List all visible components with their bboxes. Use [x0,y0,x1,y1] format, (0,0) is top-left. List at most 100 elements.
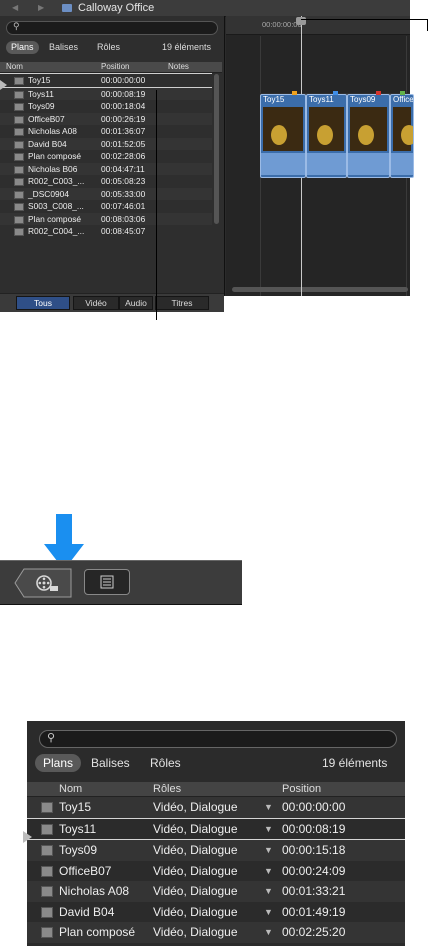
clip-position: 00:05:33:00 [101,188,146,199]
table-row[interactable]: Plan composé Vidéo, Dialogue ▼ 00:02:25:20 [27,922,405,943]
table-row[interactable]: R002_C004_... 00:08:45:07 [0,225,212,238]
clip-position: 00:00:08:19 [282,821,346,836]
clip-icon [14,203,24,211]
timeline-clip[interactable]: OfficeB [390,94,414,178]
clip-name: S003_C008_... [28,201,84,211]
button-audio[interactable]: Audio [119,296,153,310]
audio-waveform [261,153,305,175]
clip-name: R002_C003_... [28,176,85,186]
clip-icon [14,215,24,224]
tab-plans[interactable]: Plans [35,754,82,772]
timeline-clip[interactable]: Toys09 [347,94,390,178]
clip-icon [14,77,24,85]
table-row[interactable]: OfficeB07 00:00:26:19 [0,112,212,125]
column-header: Nom Position Notes [0,62,222,73]
list-view-button[interactable] [84,569,130,595]
roles-dropdown-icon[interactable]: ▼ [264,840,273,861]
clip-marker[interactable] [292,91,297,95]
clip-icon [41,845,53,856]
clip-list: Toy15 Vidéo, Dialogue ▼ 00:00:00:00 Toys11 Vi… [27,797,405,943]
table-row[interactable]: Toys11 00:00:08:19 [0,87,212,100]
clip-position: 00:00:08:19 [101,88,146,99]
clip-icon [14,165,24,174]
clip-icon [14,128,24,136]
table-row[interactable]: David B04 00:01:52:05 [0,137,212,150]
clip-thumbnail [309,107,344,151]
clip-position: 00:01:33:21 [282,884,346,898]
table-row[interactable]: _DSC0904 00:05:33:00 [0,187,212,200]
table-row[interactable]: Nicholas A08 Vidéo, Dialogue ▼ 00:01:33:21 [27,881,405,902]
clip-position: 00:01:36:07 [101,126,146,136]
clip-position: 00:08:45:07 [101,226,146,236]
table-row[interactable]: Toy15 00:00:00:00 [0,73,212,88]
bottom-screenshot: ⚲ Plans Balises Rôles 19 éléments Nom Rô… [23,721,405,946]
search-input[interactable]: ⚲ [6,21,218,35]
clip-marker[interactable] [333,91,338,95]
roles-dropdown-icon[interactable]: ▼ [264,881,273,902]
timeline[interactable]: 00:00:00:00 Toy15Toys11Toys09OfficeB [226,16,414,296]
back-arrow-icon[interactable]: ◀ [12,3,18,12]
clip-roles: Vidéo, Dialogue [153,821,238,836]
clip-icon [41,802,53,813]
clip-name: OfficeB [393,95,414,104]
clip-name: David B04 [28,138,67,149]
film-reel-button[interactable] [14,568,72,598]
clip-roles: Vidéo, Dialogue [153,863,238,878]
tab-balises[interactable]: Balises [83,754,138,772]
button-video[interactable]: Vidéo [73,296,119,310]
item-count: 19 éléments [322,756,388,770]
button-titres[interactable]: Titres [155,296,209,310]
column-notes[interactable]: Notes [168,62,189,72]
forward-arrow-icon[interactable]: ▶ [38,3,44,12]
table-row[interactable]: Plan composé 00:08:03:06 [0,212,212,225]
roles-dropdown-icon[interactable]: ▼ [264,861,273,882]
column-roles[interactable]: Rôles [153,782,181,796]
clip-marker[interactable] [376,91,381,95]
clip-icon [14,140,24,149]
table-row[interactable]: Toys09 00:00:18:04 [0,100,212,113]
table-row[interactable]: Toy15 Vidéo, Dialogue ▼ 00:00:00:00 [27,797,405,818]
clip-position: 00:08:03:06 [101,213,146,224]
clip-roles: Vidéo, Dialogue [153,925,238,939]
vertical-scrollbar[interactable] [214,74,219,224]
tab-roles[interactable]: Rôles [142,754,189,772]
table-row[interactable]: Toys09 Vidéo, Dialogue ▼ 00:00:15:18 [27,840,405,861]
tab-roles[interactable]: Rôles [92,41,125,54]
timeline-clip[interactable]: Toy15 [260,94,306,178]
clip-icon [41,886,53,897]
column-header: Nom Rôles Position [27,782,405,797]
table-row[interactable]: Plan composé 00:02:28:06 [0,150,212,163]
clip-name: R002_C004_... [28,226,85,236]
roles-dropdown-icon[interactable]: ▼ [264,922,273,943]
roles-dropdown-icon[interactable]: ▼ [264,797,273,818]
table-row[interactable]: Nicholas B06 00:04:47:11 [0,162,212,175]
column-position[interactable]: Position [101,62,129,72]
clip-position: 00:01:52:05 [101,138,146,149]
clip-name: OfficeB07 [59,863,112,878]
table-row[interactable]: R002_C003_... 00:05:08:23 [0,175,212,188]
audio-waveform [348,153,389,175]
column-nom[interactable]: Nom [6,62,23,72]
clip-thumbnail [393,107,413,151]
search-input[interactable]: ⚲ [39,730,397,748]
clip-name: Toy15 [263,95,285,104]
clip-roles: Vidéo, Dialogue [153,800,238,814]
button-tous[interactable]: Tous [16,296,70,310]
table-row[interactable]: David B04 Vidéo, Dialogue ▼ 00:01:49:19 [27,902,405,923]
horizontal-scrollbar[interactable] [232,287,408,292]
column-position[interactable]: Position [282,782,321,796]
clip-icon [41,906,53,918]
table-row[interactable]: Toys11 Vidéo, Dialogue ▼ 00:00:08:19 [27,817,405,840]
roles-dropdown-icon[interactable]: ▼ [264,902,273,923]
table-row[interactable]: Nicholas A08 00:01:36:07 [0,125,212,138]
clip-position: 00:05:08:23 [101,176,146,186]
list-icon [100,575,114,589]
table-row[interactable]: OfficeB07 Vidéo, Dialogue ▼ 00:00:24:09 [27,861,405,882]
tab-plans[interactable]: Plans [6,41,39,54]
roles-dropdown-icon[interactable]: ▼ [264,819,273,840]
timeline-clip[interactable]: Toys11 [306,94,347,178]
tab-balises[interactable]: Balises [44,41,83,54]
table-row[interactable]: S003_C008_... 00:07:46:01 [0,200,212,213]
column-nom[interactable]: Nom [59,782,82,796]
clip-marker[interactable] [400,91,405,95]
